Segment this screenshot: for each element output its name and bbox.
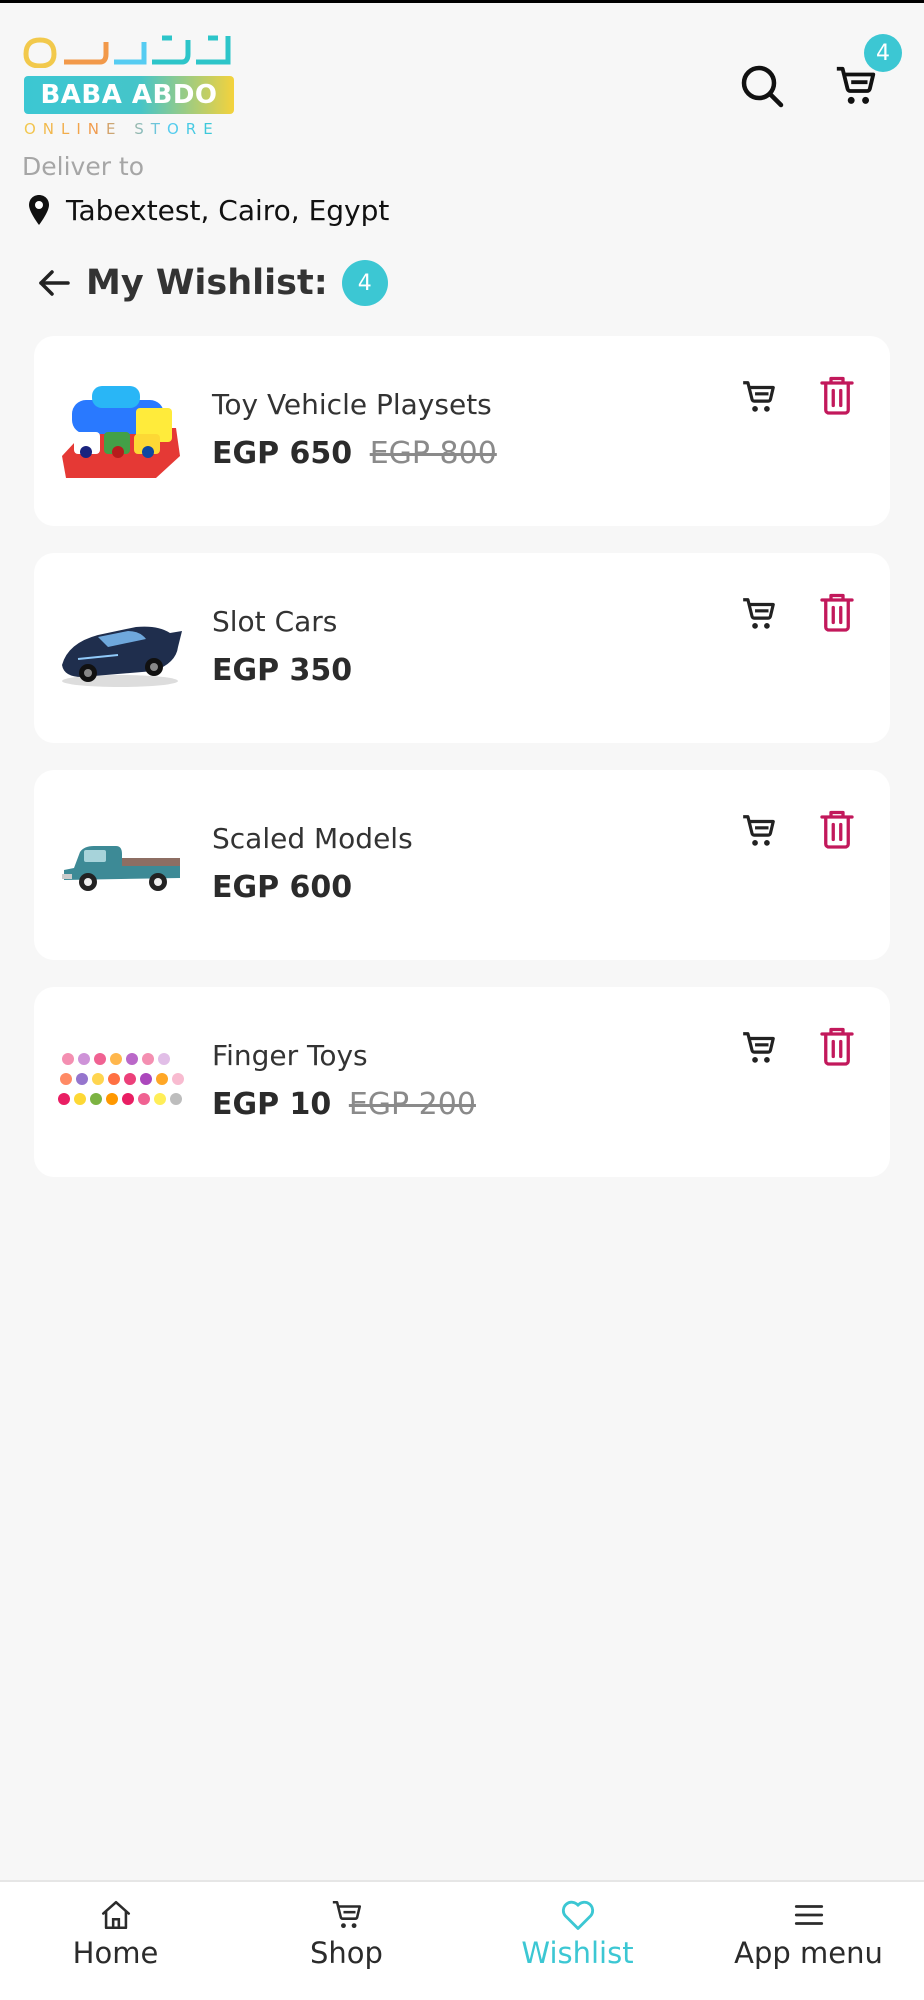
delivery-location[interactable]: Tabextest, Cairo, Egypt [28, 190, 389, 230]
wishlist-item[interactable]: Toy Vehicle Playsets EGP 650 EGP 800 [34, 336, 890, 526]
add-to-cart-button[interactable] [734, 589, 784, 639]
add-to-cart-button[interactable] [734, 1023, 784, 1073]
brand-tagline: ONLINE STORE [24, 120, 236, 138]
page-header: My Wishlist: 4 [34, 258, 388, 308]
nav-label: Wishlist [521, 1936, 634, 1970]
trash-icon [820, 1027, 854, 1066]
product-price: EGP 650 [212, 436, 353, 471]
wishlist-item[interactable]: Scaled Models EGP 600 [34, 770, 890, 960]
nav-label: App menu [734, 1936, 883, 1970]
nav-label: Shop [310, 1936, 383, 1970]
wishlist-item[interactable]: Slot Cars EGP 350 [34, 553, 890, 743]
product-old-price: EGP 200 [348, 1087, 476, 1122]
add-to-cart-button[interactable] [734, 372, 784, 422]
status-bar-edge [0, 0, 924, 3]
product-name[interactable]: Slot Cars [212, 605, 337, 638]
nav-item-wishlist[interactable]: Wishlist [462, 1882, 693, 2000]
deliver-label: Deliver to [22, 152, 145, 181]
remove-from-wishlist-button[interactable] [812, 804, 862, 854]
nav-label: Home [72, 1936, 159, 1970]
cart-icon [743, 598, 775, 629]
product-name[interactable]: Finger Toys [212, 1039, 368, 1072]
product-price-row: EGP 10 EGP 200 [212, 1087, 476, 1122]
trash-icon [820, 593, 854, 632]
product-name[interactable]: Scaled Models [212, 822, 413, 855]
brand-logo-badge: BABA ABDO [24, 76, 234, 114]
product-price: EGP 10 [212, 1087, 332, 1122]
product-price-row: EGP 650 EGP 800 [212, 436, 497, 471]
search-button[interactable] [734, 58, 790, 114]
nav-item-shop[interactable]: Shop [231, 1882, 462, 2000]
trash-icon [820, 810, 854, 849]
cart-icon [836, 66, 876, 104]
bottom-nav: Home Shop Wishlist App menu [0, 1880, 924, 2000]
arrow-left-icon [39, 270, 70, 296]
product-price: EGP 600 [212, 870, 353, 905]
remove-from-wishlist-button[interactable] [812, 1021, 862, 1071]
wishlist-item[interactable]: Finger Toys EGP 10 EGP 200 [34, 987, 890, 1177]
add-to-cart-button[interactable] [734, 806, 784, 856]
product-price: EGP 350 [212, 653, 353, 688]
product-image-slot-car[interactable] [56, 593, 186, 703]
product-image-finger-toys[interactable] [56, 1027, 186, 1137]
product-price-row: EGP 600 [212, 870, 352, 905]
nav-item-app-menu[interactable]: App menu [693, 1882, 924, 2000]
cart-icon [743, 815, 775, 846]
cart-count-badge: 4 [864, 34, 902, 72]
nav-item-home[interactable]: Home [0, 1882, 231, 2000]
cart-icon [743, 1032, 775, 1063]
back-button[interactable] [34, 263, 74, 303]
heart-icon [561, 1900, 594, 1930]
search-icon [741, 65, 784, 108]
cart-icon [743, 381, 775, 412]
wishlist-count-badge: 4 [341, 260, 388, 306]
product-price-row: EGP 350 [212, 653, 352, 688]
menu-icon [794, 1905, 823, 1925]
brand-name: BABA ABDO [40, 80, 218, 110]
product-old-price: EGP 800 [369, 436, 497, 471]
product-image-scaled-model[interactable] [56, 810, 186, 920]
page-title: My Wishlist: [86, 263, 328, 303]
product-image-playset[interactable] [56, 376, 186, 486]
remove-from-wishlist-button[interactable] [812, 370, 862, 420]
home-icon [101, 1900, 130, 1930]
location-pin-icon [29, 195, 49, 225]
location-text: Tabextest, Cairo, Egypt [66, 193, 390, 227]
brand-logo-arabic [23, 35, 231, 68]
trash-icon [820, 376, 854, 415]
product-name[interactable]: Toy Vehicle Playsets [212, 388, 492, 421]
cart-icon [332, 1900, 361, 1929]
remove-from-wishlist-button[interactable] [812, 587, 862, 637]
wishlist-list: Toy Vehicle Playsets EGP 650 EGP 800 Slo… [34, 336, 890, 1204]
brand-logo[interactable]: BABA ABDO ONLINE STORE [22, 32, 234, 142]
